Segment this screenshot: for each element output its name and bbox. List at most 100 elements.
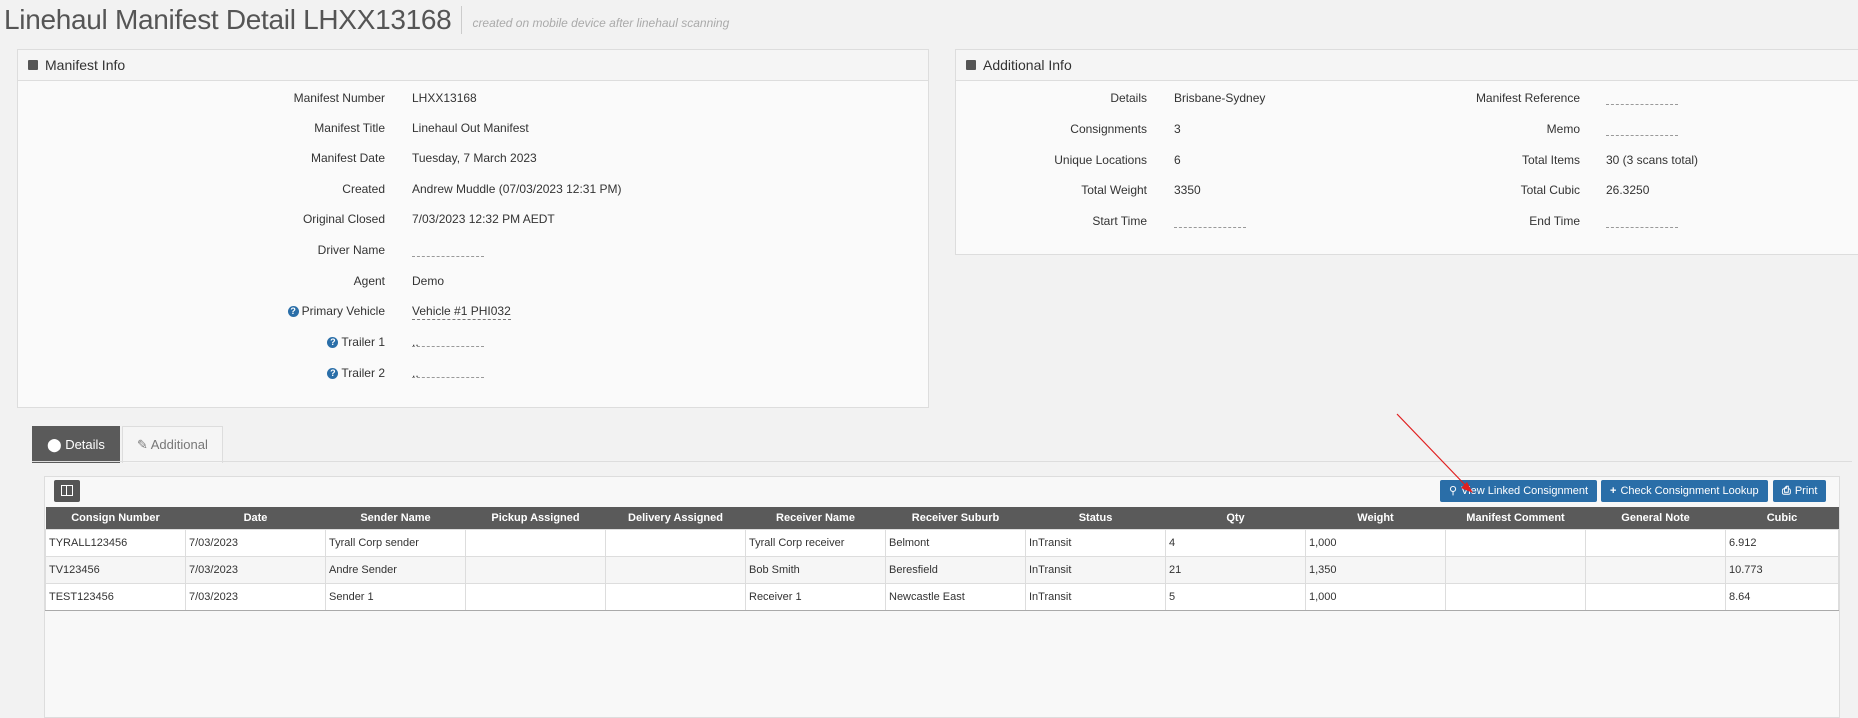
field-label: Total Weight [1081,183,1147,197]
table-cell: 7/03/2023 [185,556,326,584]
table-cell [1445,556,1586,584]
table-cell: Andre Sender [325,556,466,584]
table-cell [1585,583,1726,611]
start-time-editable[interactable] [1174,215,1246,228]
column-header[interactable]: Pickup Assigned [465,507,606,530]
help-icon[interactable]: ? [327,337,339,348]
column-header[interactable]: Qty [1165,507,1306,530]
table-row[interactable]: TV123456 7/03/2023 Andre Sender Bob Smit… [45,556,1839,584]
field-label-wrap: ? Primary Vehicle [180,303,385,319]
table-row[interactable]: TYRALL123456 7/03/2023 Tyrall Corp sende… [45,529,1839,557]
page-subtitle: created on mobile device after linehaul … [461,6,729,34]
table-cell: 8.64 [1725,583,1839,611]
additional-info-heading: Additional Info [956,50,1858,81]
column-header[interactable]: Delivery Assigned [605,507,746,530]
check-consignment-lookup-button[interactable]: + Check Consignment Lookup [1601,480,1768,502]
table-cell [605,529,746,557]
field-value: Tuesday, 7 March 2023 [412,151,537,165]
table-cell [465,529,606,557]
field-label: Manifest Title [314,121,385,135]
field-value: LHXX13168 [412,91,477,105]
field-label: Unique Locations [1054,153,1147,167]
column-chooser-button[interactable] [54,480,80,502]
column-header[interactable]: Cubic [1725,507,1839,530]
table-cell [605,556,746,584]
table-row[interactable]: TEST123456 7/03/2023 Sender 1 Receiver 1… [45,583,1839,611]
help-icon[interactable]: ? [287,306,299,317]
page-header: Linehaul Manifest Detail LHXX13168 creat… [4,2,729,38]
driver-name-editable[interactable] [412,244,484,257]
field-label: Total Items [1521,153,1580,167]
field-label: Memo [1546,122,1580,136]
column-header[interactable]: Consign Number [45,507,186,530]
table-cell: 21 [1165,556,1306,584]
field-label-wrap: ? Trailer 1 [180,334,385,350]
column-header[interactable]: Receiver Name [745,507,886,530]
column-header[interactable]: Manifest Comment [1445,507,1586,530]
table-cell [1445,529,1586,557]
square-icon [966,60,976,70]
table-cell [465,583,606,611]
manifest-info-title: Manifest Info [45,57,126,73]
column-header[interactable]: Weight [1305,507,1446,530]
field-label: Created [342,182,385,196]
table-cell: InTransit [1025,529,1166,557]
table-cell: 7/03/2023 [185,583,326,611]
column-header[interactable]: Status [1025,507,1166,530]
table-cell: 1,000 [1305,529,1446,557]
table-cell: Newcastle East [885,583,1026,611]
table-cell: Belmont [885,529,1026,557]
field-value: 3 [1174,122,1181,136]
search-icon: ⚲ [1449,485,1458,497]
table-cell [1445,583,1586,611]
field-label: Start Time [1092,214,1147,228]
table-cell: 4 [1165,529,1306,557]
tab-divider [32,461,1852,462]
field-value: 7/03/2023 12:32 PM AEDT [412,212,555,226]
table-cell: 7/03/2023 [185,529,326,557]
field-value: Vehicle #1 PHI032 [412,304,511,320]
table-cell: Bob Smith [745,556,886,584]
tab-bar: ⬤ Details ✎ Additional [32,426,225,463]
field-label: Agent [353,274,385,288]
tab-details[interactable]: ⬤ Details [32,426,120,463]
field-label: Trailer 2 [341,366,385,380]
manifest-info-heading: Manifest Info [18,50,928,81]
column-header[interactable]: General Note [1585,507,1726,530]
column-header[interactable]: Receiver Suburb [885,507,1026,530]
memo-editable[interactable] [1606,123,1678,136]
table-cell [1585,529,1726,557]
table-cell [1585,556,1726,584]
table-cell [605,583,746,611]
field-label: Manifest Reference [1475,91,1580,105]
field-value: Andrew Muddle (07/03/2023 12:31 PM) [412,182,622,196]
circle-icon: ⬤ [47,437,62,452]
tab-additional[interactable]: ✎ Additional [121,426,223,463]
view-linked-consignment-button[interactable]: ⚲ View Linked Consignment [1440,480,1598,502]
trailer-2-editable[interactable]: .. [412,365,484,380]
field-value: Brisbane-Sydney [1174,91,1266,105]
trailer-1-editable[interactable]: .. [412,334,484,349]
table-cell: 1,350 [1305,556,1446,584]
help-icon[interactable]: ? [327,368,339,379]
table-cell: Tyrall Corp receiver [745,529,886,557]
field-label: Manifest Number [293,91,385,105]
field-value: Demo [412,274,445,288]
primary-vehicle-editable[interactable]: Vehicle #1 PHI032 [412,303,812,320]
additional-info-title: Additional Info [983,57,1072,73]
manifest-reference-editable[interactable] [1606,92,1678,105]
table-cell: Sender 1 [325,583,466,611]
page-title: Linehaul Manifest Detail LHXX13168 [4,4,452,35]
table-cell: 6.912 [1725,529,1839,557]
column-header[interactable]: Date [185,507,326,530]
column-header[interactable]: Sender Name [325,507,466,530]
field-label: Driver Name [317,243,385,257]
end-time-editable[interactable] [1606,215,1678,228]
table-header-row: Consign Number Date Sender Name Pickup A… [45,507,1839,530]
field-label-wrap: ? Trailer 2 [180,365,385,381]
field-value: Linehaul Out Manifest [412,121,529,135]
field-label: Consignments [1070,122,1147,136]
table-cell [465,556,606,584]
print-button[interactable]: ⎙ Print [1773,480,1827,502]
field-value: 30 (3 scans total) [1606,153,1699,167]
